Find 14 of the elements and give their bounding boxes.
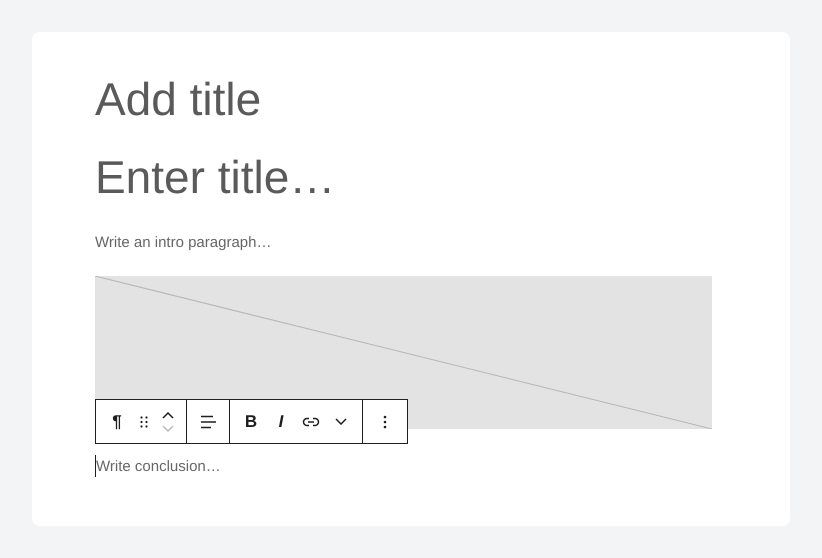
italic-button[interactable]: I <box>266 404 296 440</box>
bold-button[interactable]: B <box>236 404 266 440</box>
drag-icon <box>140 416 148 428</box>
link-icon <box>302 416 320 426</box>
chevron-down-icon <box>335 418 347 425</box>
paragraph-button[interactable]: ¶ <box>102 404 132 440</box>
chevron-down-icon <box>162 424 174 432</box>
align-left-icon <box>200 414 216 428</box>
title-field[interactable]: Add title <box>95 71 712 127</box>
paragraph-field[interactable]: Write an intro paragraph… <box>95 231 712 253</box>
chevron-up-icon <box>162 412 174 418</box>
conclusion-field[interactable]: Write conclusion… <box>95 455 713 477</box>
heading-field[interactable]: Enter title… <box>95 149 712 205</box>
more-vertical-icon <box>383 414 387 428</box>
